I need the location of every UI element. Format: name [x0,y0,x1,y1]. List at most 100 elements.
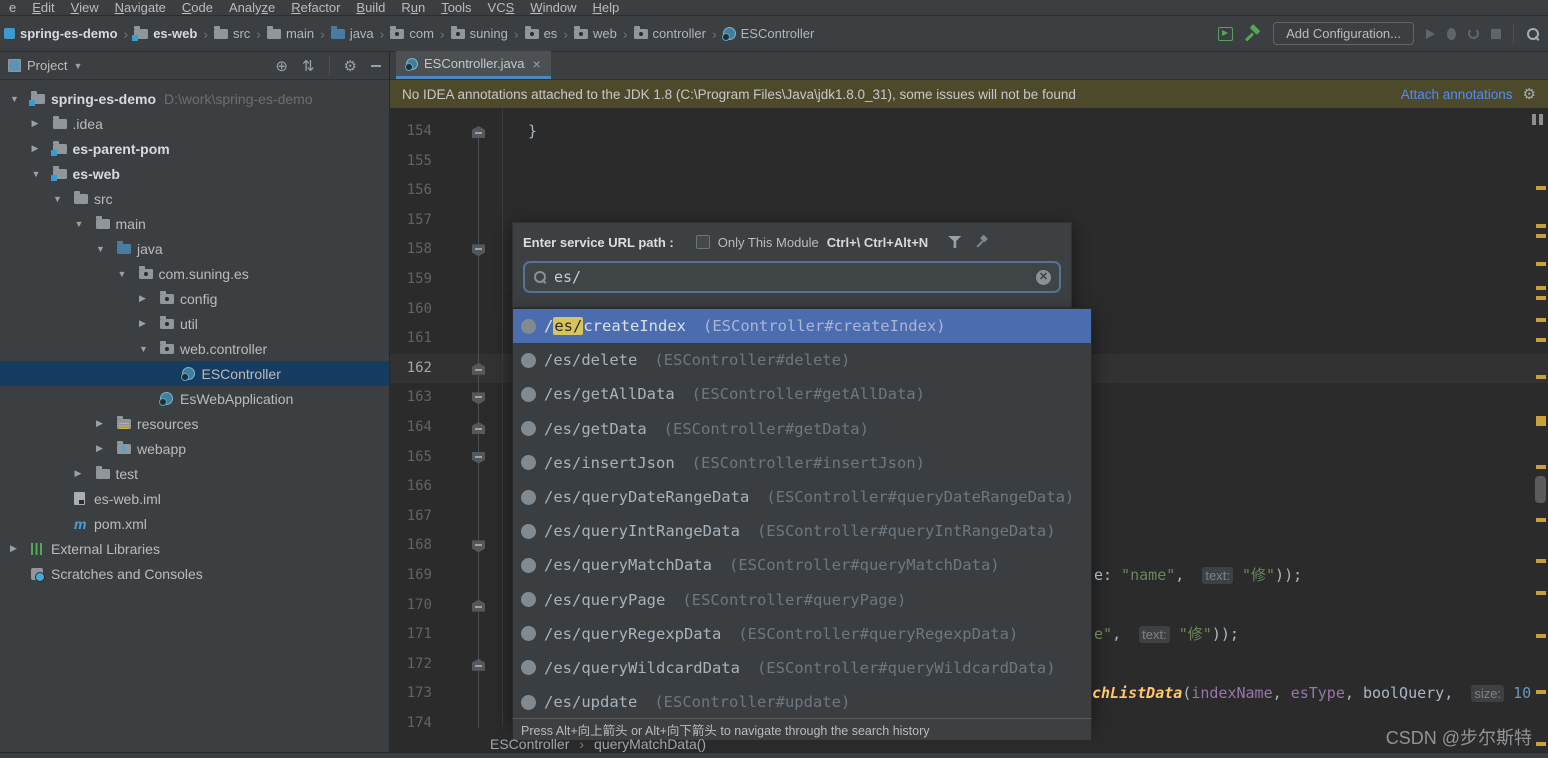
url-item--es-insertjson[interactable]: /es/insertJson(ESController#insertJson) [513,446,1091,480]
warning-stripe-mark[interactable] [1536,690,1546,694]
coverage-button[interactable] [1468,28,1479,39]
banner-gear-icon[interactable]: ⚙ [1523,85,1536,103]
breadcrumb-web[interactable]: web [574,26,617,41]
hide-panel-icon[interactable] [371,65,381,67]
chevron-collapsed-icon[interactable]: ▶ [10,543,31,554]
breadcrumb-escontroller[interactable]: ESController [723,26,815,41]
scrollbar-thumb[interactable] [1535,476,1546,503]
url-item--es-getalldata[interactable]: /es/getAllData(ESController#getAllData) [513,377,1091,411]
tree-item-es-web-iml[interactable]: es-web.iml [0,486,389,511]
close-icon[interactable]: × [532,56,540,72]
pin-icon[interactable] [975,235,989,249]
tree-item-external-libraries[interactable]: ▶External Libraries [0,536,389,561]
warning-stripe-mark[interactable] [1536,234,1546,238]
warning-stripe-mark[interactable] [1536,416,1546,426]
gear-icon[interactable]: ⚙ [344,57,357,75]
menu-item-vcs[interactable]: VCS [481,0,522,15]
menu-item-refactor[interactable]: Refactor [284,0,347,15]
chevron-expanded-icon[interactable]: ▼ [118,269,139,279]
tree-item-test[interactable]: ▶test [0,461,389,486]
menu-item-e[interactable]: e [2,0,23,15]
warning-stripe-mark[interactable] [1536,518,1546,522]
tab-escontroller-java[interactable]: ESController.java × [396,51,551,79]
tree-item-java[interactable]: ▼java [0,236,389,261]
fold-marker-icon[interactable] [472,452,485,464]
project-panel-title[interactable]: Project ▼ [8,58,275,73]
add-configuration-button[interactable]: Add Configuration... [1273,22,1414,45]
warning-stripe-mark[interactable] [1536,375,1546,379]
chevron-collapsed-icon[interactable]: ▶ [139,293,160,304]
fold-marker-icon[interactable] [472,540,485,552]
warning-stripe-mark[interactable] [1536,591,1546,595]
chevron-collapsed-icon[interactable]: ▶ [75,468,96,479]
tree-item-eswebapplication[interactable]: EsWebApplication [0,386,389,411]
chevron-expanded-icon[interactable]: ▼ [32,169,53,179]
tree-item-config[interactable]: ▶config [0,286,389,311]
warning-stripe-mark[interactable] [1536,286,1546,290]
url-item--es-delete[interactable]: /es/delete(ESController#delete) [513,343,1091,377]
url-item--es-querydaterangedata[interactable]: /es/queryDateRangeData(ESController#quer… [513,480,1091,514]
warning-stripe-mark[interactable] [1536,338,1546,342]
url-item-createindex[interactable]: /es/createIndex(ESController#createIndex… [513,309,1091,343]
warning-stripe-mark[interactable] [1536,559,1546,563]
chevron-expanded-icon[interactable]: ▼ [96,244,117,254]
chevron-collapsed-icon[interactable]: ▶ [32,118,53,129]
debug-button[interactable] [1447,28,1456,40]
warning-stripe-mark[interactable] [1536,318,1546,322]
tree-item-scratches-and-consoles[interactable]: Scratches and Consoles [0,561,389,586]
tree-item-resources[interactable]: ▶resources [0,411,389,436]
attach-annotations-link[interactable]: Attach annotations [1401,87,1513,102]
url-search-field[interactable]: es/ ✕ [523,261,1061,293]
collapse-all-icon[interactable]: ⇅ [302,57,315,75]
menu-item-analyze[interactable]: Analyze [222,0,282,15]
fold-marker-icon[interactable] [472,244,485,256]
warning-stripe-mark[interactable] [1536,465,1546,469]
chevron-expanded-icon[interactable]: ▼ [75,219,96,229]
fold-marker-icon[interactable] [472,392,485,404]
url-item--es-update[interactable]: /es/update(ESController#update) [513,685,1091,719]
tree-item-com-suning-es[interactable]: ▼com.suning.es [0,261,389,286]
tree-item--idea[interactable]: ▶.idea [0,111,389,136]
url-item--es-querypage[interactable]: /es/queryPage(ESController#queryPage) [513,583,1091,617]
chevron-expanded-icon[interactable]: ▼ [139,344,160,354]
breadcrumb-controller[interactable]: controller [634,26,706,41]
run-window-icon[interactable] [1218,27,1233,41]
clear-icon[interactable]: ✕ [1036,270,1051,285]
url-item--es-getdata[interactable]: /es/getData(ESController#getData) [513,412,1091,446]
chevron-collapsed-icon[interactable]: ▶ [139,318,160,329]
menu-item-tools[interactable]: Tools [434,0,478,15]
breadcrumb-es-web[interactable]: es-web [134,26,197,41]
tree-item-pom-xml[interactable]: mpom.xml [0,511,389,536]
url-item--es-queryintrangedata[interactable]: /es/queryIntRangeData(ESController#query… [513,514,1091,548]
locate-file-icon[interactable]: ⊕ [275,57,288,75]
tree-item-util[interactable]: ▶util [0,311,389,336]
tree-item-main[interactable]: ▼main [0,211,389,236]
url-item--es-querywildcarddata[interactable]: /es/queryWildcardData(ESController#query… [513,651,1091,685]
menu-item-build[interactable]: Build [349,0,392,15]
warning-stripe-mark[interactable] [1536,262,1546,266]
search-icon[interactable] [1526,27,1540,41]
fold-marker-icon[interactable] [472,659,485,671]
breadcrumb-src[interactable]: src [214,26,250,41]
breadcrumb-method[interactable]: queryMatchData() [594,736,706,752]
tree-item-src[interactable]: ▼src [0,186,389,211]
menu-item-run[interactable]: Run [394,0,432,15]
menu-item-code[interactable]: Code [175,0,220,15]
warning-stripe-mark[interactable] [1536,296,1546,300]
warning-stripe-mark[interactable] [1536,742,1546,746]
url-item--es-queryregexpdata[interactable]: /es/queryRegexpData(ESController#queryRe… [513,617,1091,651]
breadcrumb-com[interactable]: com [390,26,434,41]
breadcrumb-es[interactable]: es [525,26,558,41]
menu-item-view[interactable]: View [64,0,106,15]
warning-stripe-mark[interactable] [1536,224,1546,228]
menu-item-window[interactable]: Window [523,0,583,15]
breadcrumb-class[interactable]: ESController [490,736,569,752]
search-input[interactable]: es/ [554,268,1029,286]
url-item--es-querymatchdata[interactable]: /es/queryMatchData(ESController#queryMat… [513,548,1091,582]
run-button[interactable] [1426,29,1435,39]
breadcrumb-java[interactable]: java [331,26,374,41]
menu-item-edit[interactable]: Edit [25,0,61,15]
only-this-module-checkbox[interactable] [696,235,710,249]
menu-item-navigate[interactable]: Navigate [108,0,173,15]
chevron-collapsed-icon[interactable]: ▶ [96,443,117,454]
